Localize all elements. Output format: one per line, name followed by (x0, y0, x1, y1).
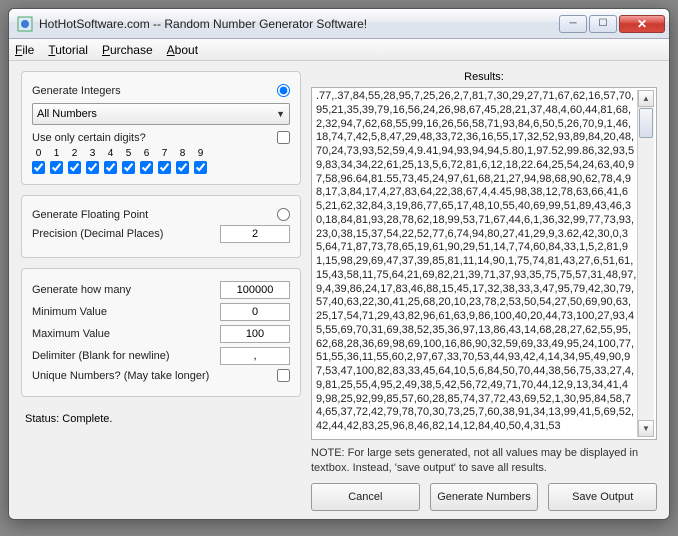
menu-tutorial[interactable]: Tutorial (48, 43, 88, 57)
digit-label: 8 (180, 148, 186, 159)
button-row: Cancel Generate Numbers Save Output (311, 483, 657, 511)
digit-1-checkbox[interactable] (50, 161, 63, 174)
delimiter-label: Delimiter (Blank for newline) (32, 350, 170, 362)
save-button[interactable]: Save Output (548, 483, 657, 511)
combo-value: All Numbers (37, 108, 97, 120)
scroll-up-icon[interactable]: ▲ (638, 90, 654, 107)
digit-4-checkbox[interactable] (104, 161, 117, 174)
results-scrollbar[interactable]: ▲ ▼ (637, 90, 654, 437)
menubar: File Tutorial Purchase About (9, 39, 669, 61)
precision-input[interactable] (220, 225, 290, 243)
maximize-button[interactable]: ☐ (589, 15, 617, 33)
how-many-input[interactable] (220, 281, 290, 299)
content: Generate Integers All Numbers ▼ Use only… (9, 61, 669, 519)
max-label: Maximum Value (32, 328, 110, 340)
digit-label: 2 (72, 148, 78, 159)
max-input[interactable] (220, 325, 290, 343)
digit-3-checkbox[interactable] (86, 161, 99, 174)
chevron-down-icon: ▼ (276, 109, 285, 119)
unique-label: Unique Numbers? (May take longer) (32, 370, 209, 382)
status-text: Status: Complete. (21, 413, 301, 425)
precision-label: Precision (Decimal Places) (32, 228, 163, 240)
generate-button[interactable]: Generate Numbers (430, 483, 539, 511)
integers-radio[interactable] (277, 84, 290, 97)
left-column: Generate Integers All Numbers ▼ Use only… (21, 71, 301, 511)
digit-2-checkbox[interactable] (68, 161, 81, 174)
app-icon (17, 16, 33, 32)
results-content: .77,.37,84,55,28,95,7,25,26,2,7,81,7,30,… (316, 90, 637, 437)
window-buttons: ─ ☐ ✕ (559, 15, 665, 33)
integers-heading: Generate Integers (32, 85, 121, 97)
digit-7-checkbox[interactable] (158, 161, 171, 174)
min-label: Minimum Value (32, 306, 107, 318)
digit-label: 0 (36, 148, 42, 159)
digit-label: 6 (144, 148, 150, 159)
menu-file[interactable]: File (15, 43, 34, 57)
results-note: NOTE: For large sets generated, not all … (311, 446, 657, 475)
params-panel: Generate how many Minimum Value Maximum … (21, 268, 301, 397)
right-column: Results: .77,.37,84,55,28,95,7,25,26,2,7… (311, 71, 657, 511)
cancel-button[interactable]: Cancel (311, 483, 420, 511)
results-textbox[interactable]: .77,.37,84,55,28,95,7,25,26,2,7,81,7,30,… (311, 87, 657, 440)
use-digits-label: Use only certain digits? (32, 132, 146, 144)
use-digits-checkbox[interactable] (277, 131, 290, 144)
digit-label: 1 (54, 148, 60, 159)
floating-radio[interactable] (277, 208, 290, 221)
delimiter-input[interactable] (220, 347, 290, 365)
digit-label: 3 (90, 148, 96, 159)
digit-6-checkbox[interactable] (140, 161, 153, 174)
titlebar: HotHotSoftware.com -- Random Number Gene… (9, 9, 669, 39)
minimize-button[interactable]: ─ (559, 15, 587, 33)
app-window: HotHotSoftware.com -- Random Number Gene… (8, 8, 670, 520)
digit-label: 7 (162, 148, 168, 159)
how-many-label: Generate how many (32, 284, 131, 296)
menu-purchase[interactable]: Purchase (102, 43, 153, 57)
digit-label: 9 (198, 148, 204, 159)
close-button[interactable]: ✕ (619, 15, 665, 33)
digit-label: 4 (108, 148, 114, 159)
digits-row: 0 1 2 3 4 5 6 7 8 9 (32, 148, 290, 174)
floating-heading: Generate Floating Point (32, 209, 148, 221)
digit-8-checkbox[interactable] (176, 161, 189, 174)
number-type-combo[interactable]: All Numbers ▼ (32, 103, 290, 125)
menu-about[interactable]: About (167, 43, 198, 57)
window-title: HotHotSoftware.com -- Random Number Gene… (39, 17, 559, 31)
min-input[interactable] (220, 303, 290, 321)
unique-checkbox[interactable] (277, 369, 290, 382)
floating-panel: Generate Floating Point Precision (Decim… (21, 195, 301, 258)
scroll-down-icon[interactable]: ▼ (638, 420, 654, 437)
integers-panel: Generate Integers All Numbers ▼ Use only… (21, 71, 301, 185)
digit-5-checkbox[interactable] (122, 161, 135, 174)
digit-0-checkbox[interactable] (32, 161, 45, 174)
digit-label: 5 (126, 148, 132, 159)
scroll-thumb[interactable] (639, 108, 653, 138)
digit-9-checkbox[interactable] (194, 161, 207, 174)
results-heading: Results: (311, 71, 657, 83)
